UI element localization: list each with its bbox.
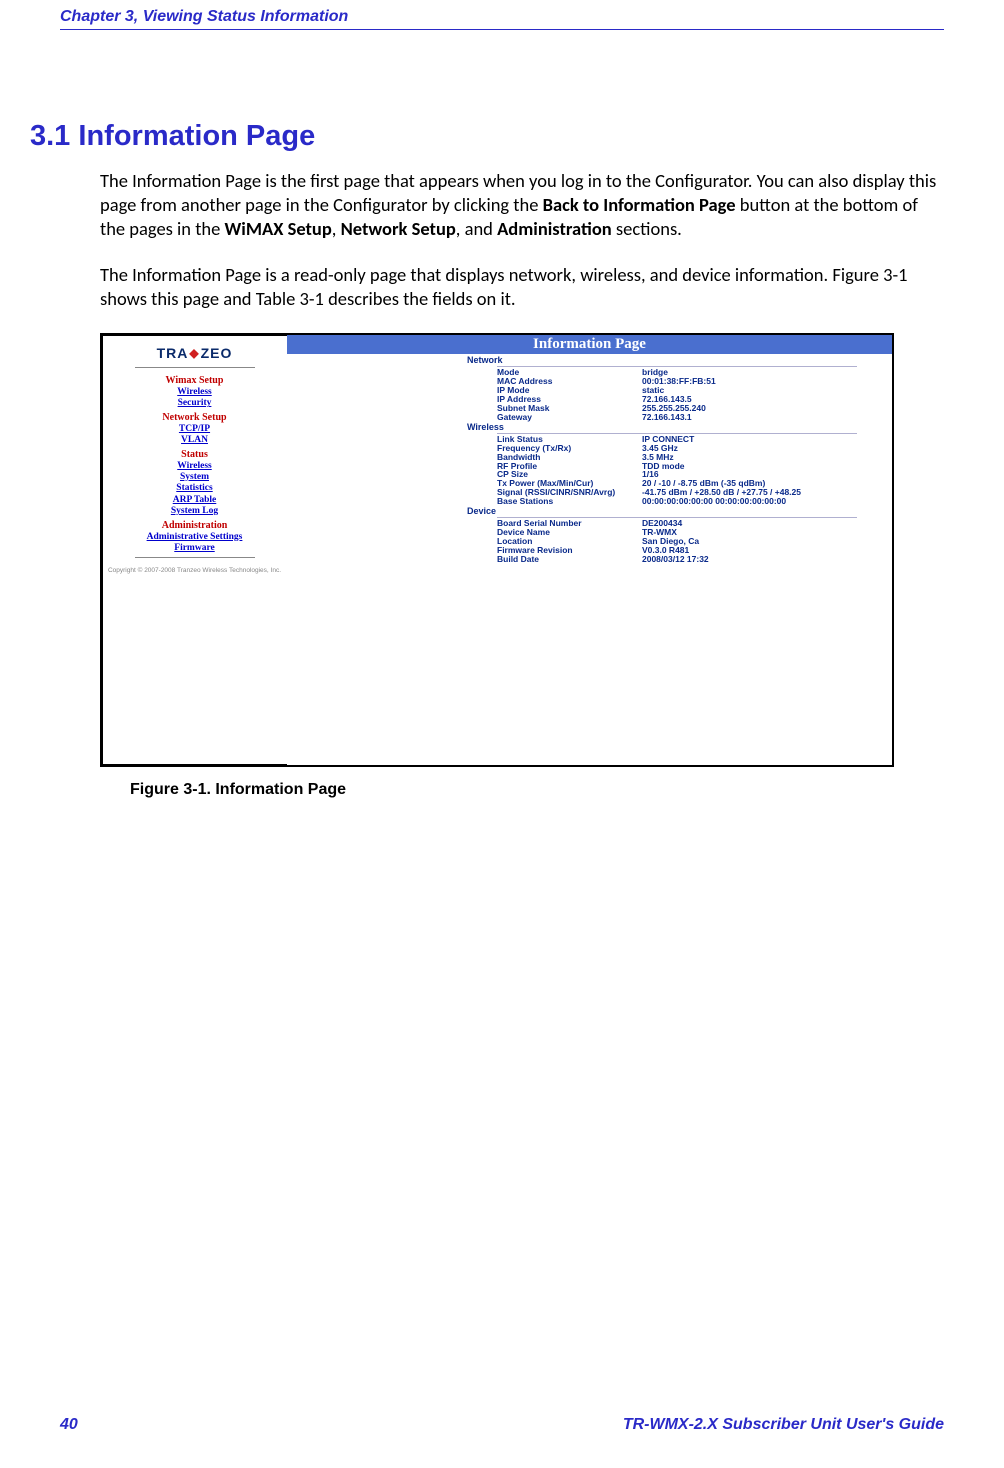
p1-t4: , and (456, 217, 497, 240)
logo-icon: ◆ (189, 346, 199, 360)
p1-b2: WiMAX Setup (225, 217, 332, 240)
v-gateway: 72.166.143.1 (642, 413, 692, 422)
section-device: Device (467, 506, 892, 516)
section-number: 3.1 (30, 120, 70, 152)
chapter-header: Chapter 3, Viewing Status Information (60, 8, 944, 29)
nav-divider (135, 557, 255, 558)
nav-hdr-admin: Administration (162, 520, 228, 532)
p1-b3: Network Setup (341, 217, 456, 240)
k-builddate: Build Date (497, 555, 642, 564)
k-gateway: Gateway (497, 413, 642, 422)
nav-copyright: Copyright © 2007-2008 Tranzeo Wireless T… (108, 567, 281, 575)
nav-link-arp[interactable]: ARP Table (173, 495, 217, 506)
nav-hdr-network: Network Setup (162, 412, 226, 424)
paragraph-1: The Information Page is the first page t… (100, 169, 944, 241)
page-number: 40 (60, 1416, 78, 1434)
section-rule (497, 366, 857, 367)
v-builddate: 2008/03/12 17:32 (642, 555, 709, 564)
nav-link-security[interactable]: Security (178, 398, 212, 409)
logo: TRA◆ZEO (157, 345, 233, 362)
row-ipmode: IP Modestatic (497, 386, 892, 395)
figure-frame: TRA◆ZEO Wimax Setup Wireless Security Ne… (100, 333, 894, 767)
nav-link-admin-settings[interactable]: Administrative Settings (147, 532, 243, 543)
nav-link-statistics[interactable]: Statistics (176, 483, 212, 494)
row-mac: MAC Address00:01:38:FF:FB:51 (497, 377, 892, 386)
p1-t3: , (332, 217, 341, 240)
info-page-title: Information Page (287, 335, 892, 354)
row-serial: Board Serial NumberDE200434 (497, 519, 892, 528)
nav-link-tcpip[interactable]: TCP/IP (179, 424, 210, 435)
row-gateway: Gateway72.166.143.1 (497, 413, 892, 422)
figure-3-1: TRA◆ZEO Wimax Setup Wireless Security Ne… (100, 333, 944, 799)
page-footer: 40 TR-WMX-2.X Subscriber Unit User's Gui… (60, 1416, 944, 1434)
header-rule (60, 29, 944, 30)
row-builddate: Build Date2008/03/12 17:32 (497, 555, 892, 564)
nav-link-firmware[interactable]: Firmware (174, 543, 214, 554)
guide-title: TR-WMX-2.X Subscriber Unit User's Guide (623, 1416, 944, 1434)
section-name: Information Page (78, 120, 315, 152)
row-bw: Bandwidth3.5 MHz (497, 453, 892, 462)
v-basestations: 00:00:00:00:00:00 00:00:00:00:00:00 (642, 497, 786, 506)
p1-b1: Back to Information Page (543, 193, 736, 216)
row-subnet: Subnet Mask255.255.255.240 (497, 404, 892, 413)
logo-divider (135, 367, 255, 368)
nav-link-status-wireless[interactable]: Wireless (177, 461, 211, 472)
logo-right: ZEO (201, 345, 233, 362)
nav-link-wireless[interactable]: Wireless (177, 387, 211, 398)
nav-link-vlan[interactable]: VLAN (181, 435, 208, 446)
figure-caption: Figure 3-1. Information Page (130, 781, 944, 799)
p1-t5: sections. (612, 217, 682, 240)
section-network: Network (467, 355, 892, 365)
logo-left: TRA (157, 345, 189, 362)
row-rfprofile: RF ProfileTDD mode (497, 462, 892, 471)
nav-link-system[interactable]: System (180, 472, 209, 483)
nav-hdr-wimax: Wimax Setup (166, 375, 224, 387)
section-wireless: Wireless (467, 422, 892, 432)
k-basestations: Base Stations (497, 497, 642, 506)
screenshot-sidebar: TRA◆ZEO Wimax Setup Wireless Security Ne… (102, 335, 287, 765)
section-title: 3.1 Information Page (30, 120, 944, 153)
screenshot-main: Information Page Network Modebridge MAC … (287, 335, 892, 765)
nav-hdr-status: Status (181, 449, 208, 461)
info-block: Network Modebridge MAC Address00:01:38:F… (497, 355, 892, 564)
row-freq: Frequency (Tx/Rx)3.45 GHz (497, 444, 892, 453)
row-basestations: Base Stations00:00:00:00:00:00 00:00:00:… (497, 497, 892, 506)
p1-b4: Administration (497, 217, 612, 240)
nav-link-syslog[interactable]: System Log (171, 506, 218, 517)
paragraph-2: The Information Page is a read-only page… (100, 263, 944, 311)
